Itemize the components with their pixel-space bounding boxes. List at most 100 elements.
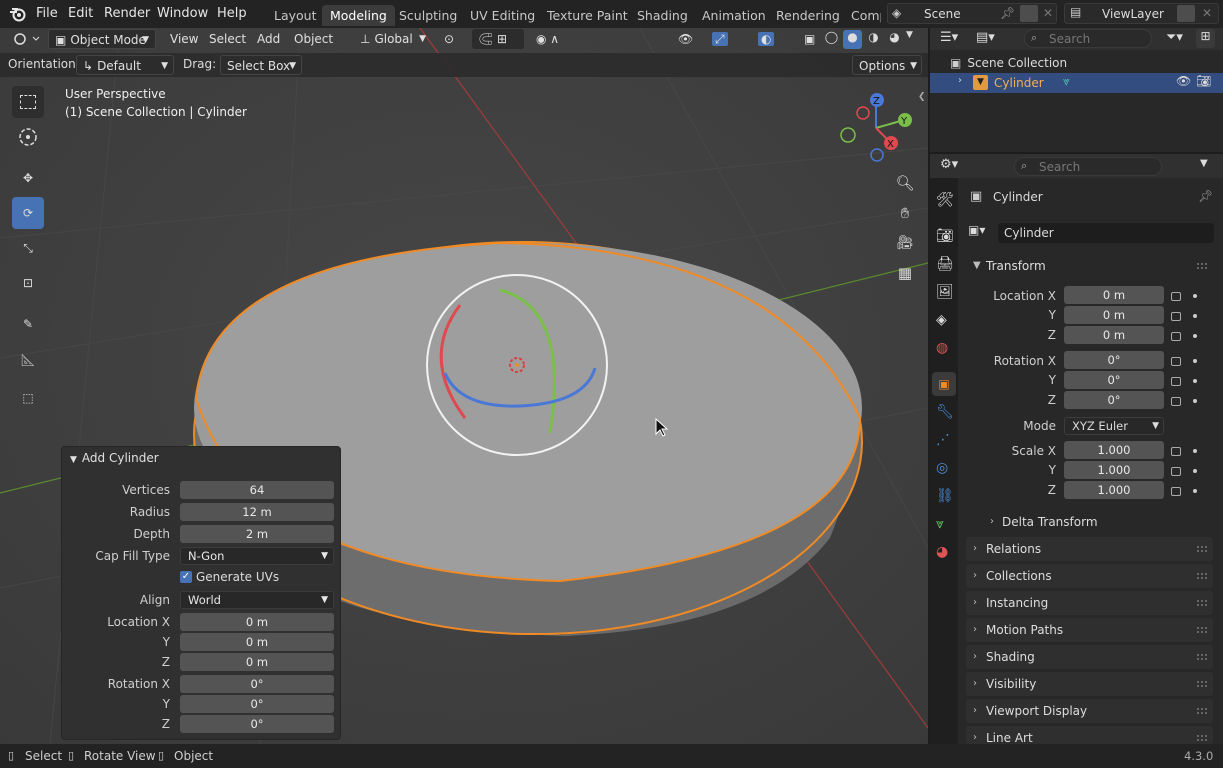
select-menu[interactable]: Select xyxy=(203,29,252,49)
scene-tab-icon[interactable]: ◈ xyxy=(936,312,947,328)
solid-shading-icon[interactable]: ● xyxy=(843,30,862,49)
output-tab-icon[interactable]: 🖨︎ xyxy=(936,256,954,272)
drag-grip-icon[interactable] xyxy=(1197,735,1207,741)
tab-shading[interactable]: Shading xyxy=(629,5,696,26)
proportional-edit-icon[interactable]: ◉ ∧ xyxy=(530,29,576,49)
object-name-field[interactable]: Cylinder xyxy=(998,223,1214,243)
camera-view-icon[interactable]: 🎥︎ xyxy=(892,230,918,256)
relations-panel-header[interactable]: › Relations xyxy=(966,537,1213,561)
pan-hand-icon[interactable]: ✋︎ xyxy=(892,200,918,226)
display-mode-icon[interactable]: ▤▾ xyxy=(976,30,995,45)
object-menu[interactable]: Object xyxy=(288,29,339,49)
line-art-panel-header[interactable]: › Line Art xyxy=(966,726,1213,744)
rotation-z-field[interactable]: 0° xyxy=(180,715,334,733)
select-box-tool-icon[interactable] xyxy=(12,86,44,118)
keyframe-dot-icon[interactable] xyxy=(1193,294,1197,298)
3d-viewport[interactable]: ▣ Object Mode ▼ View Select Add Object ⊥ Gl… xyxy=(0,28,928,744)
rotation-mode-dropdown[interactable]: XYZ Euler ▼ xyxy=(1064,417,1164,435)
keyframe-dot-icon[interactable] xyxy=(1193,359,1197,363)
remove-view-layer-icon[interactable]: ✕ xyxy=(1202,6,1212,20)
overlays-icon[interactable]: ◐ xyxy=(752,29,790,49)
add-cube-tool-icon[interactable]: ⬚ xyxy=(12,382,44,414)
measure-tool-icon[interactable]: 📐︎ xyxy=(12,344,44,376)
menu-edit[interactable]: Edit xyxy=(62,4,99,24)
lock-icon[interactable] xyxy=(1171,467,1181,476)
lock-icon[interactable] xyxy=(1171,312,1181,321)
shading-options-icon[interactable]: ▼ xyxy=(906,30,918,49)
physics-tab-icon[interactable]: ◎ xyxy=(936,460,948,476)
options-dropdown[interactable]: Options ▼ xyxy=(852,55,922,75)
wireframe-shading-icon[interactable]: ◯ xyxy=(822,30,841,49)
zoom-icon[interactable]: 🔍︎ xyxy=(892,170,918,196)
drag-dropdown[interactable]: Select Box ▼ xyxy=(220,55,302,75)
tab-sculpting[interactable]: Sculpting xyxy=(391,5,465,26)
annotate-tool-icon[interactable]: ✎ xyxy=(12,308,44,340)
lock-icon[interactable] xyxy=(1171,377,1181,386)
scale-z-field[interactable]: 1.000 xyxy=(1064,481,1164,499)
lock-icon[interactable] xyxy=(1171,447,1181,456)
tab-modeling[interactable]: Modeling xyxy=(322,5,395,26)
new-view-layer-icon[interactable] xyxy=(1177,5,1195,22)
delta-transform-subpanel[interactable]: › Delta Transform xyxy=(986,511,1212,533)
object-browse-icon[interactable]: ▣▾ xyxy=(968,223,996,243)
render-tab-icon[interactable]: 📷︎ xyxy=(936,228,954,244)
keyframe-dot-icon[interactable] xyxy=(1193,449,1197,453)
lock-icon[interactable] xyxy=(1171,292,1181,301)
drag-grip-icon[interactable] xyxy=(1197,600,1207,606)
depth-field[interactable]: 2 m xyxy=(180,525,334,543)
properties-editor-type-icon[interactable]: ⚙▾ xyxy=(940,157,958,172)
pin-icon[interactable]: 📌︎ xyxy=(1198,189,1213,203)
snap-icon[interactable]: 🧲︎ ⊞ xyxy=(472,29,524,49)
scale-tool-icon[interactable]: ⤡ xyxy=(12,232,44,264)
outliner-editor-type-icon[interactable]: ☰▾ xyxy=(940,30,958,45)
mode-dropdown[interactable]: ▣ Object Mode ▼ xyxy=(48,29,156,49)
view-layer-selector[interactable]: ▤ ViewLayer ✕ xyxy=(1064,3,1219,24)
keyframe-dot-icon[interactable] xyxy=(1193,489,1197,493)
location-z-field[interactable]: 0 m xyxy=(1064,326,1164,344)
drag-grip-icon[interactable] xyxy=(1197,627,1207,633)
move-tool-icon[interactable]: ✥ xyxy=(12,162,44,194)
rotation-y-field[interactable]: 0° xyxy=(180,695,334,713)
view-layer-tab-icon[interactable]: 🖼︎ xyxy=(936,284,954,300)
world-tab-icon[interactable]: ◍ xyxy=(936,340,948,356)
rotation-x-field[interactable]: 0° xyxy=(180,675,334,693)
menu-file[interactable]: File xyxy=(30,4,64,24)
modifier-tab-icon[interactable]: 🔧︎ xyxy=(936,404,954,420)
drag-grip-icon[interactable] xyxy=(1197,573,1207,579)
keyframe-dot-icon[interactable] xyxy=(1193,399,1197,403)
drag-grip-icon[interactable] xyxy=(1197,546,1207,552)
outliner-search-input[interactable]: ⌕ Search xyxy=(1024,29,1152,48)
menu-help[interactable]: Help xyxy=(211,4,253,24)
location-x-field[interactable]: 0 m xyxy=(180,613,334,631)
tab-uv-editing[interactable]: UV Editing xyxy=(462,5,543,26)
keyframe-dot-icon[interactable] xyxy=(1193,314,1197,318)
data-tab-icon[interactable]: ⩔ xyxy=(936,516,944,532)
cursor-tool-icon[interactable] xyxy=(12,121,44,153)
radius-field[interactable]: 12 m xyxy=(180,503,334,521)
motion-paths-panel-header[interactable]: › Motion Paths xyxy=(966,618,1213,642)
transform-panel-header[interactable]: ▼ Transform xyxy=(966,254,1213,278)
drag-grip-icon[interactable] xyxy=(1197,681,1207,687)
keyframe-dot-icon[interactable] xyxy=(1193,379,1197,383)
perspective-grid-icon[interactable]: ▦ xyxy=(892,260,918,286)
chevron-down-icon[interactable]: ▼ xyxy=(1200,158,1208,169)
scene-selector[interactable]: ◈ Scene 📌︎ ✕ xyxy=(887,3,1057,24)
menu-window[interactable]: Window xyxy=(151,4,214,24)
object-tab-icon[interactable]: ▣ xyxy=(932,372,956,396)
rotate-tool-icon[interactable]: ⟳ xyxy=(12,197,44,229)
location-x-field[interactable]: 0 m xyxy=(1064,286,1164,304)
transform-tool-icon[interactable]: ⊡ xyxy=(12,267,44,299)
tab-rendering[interactable]: Rendering xyxy=(768,5,848,26)
add-menu[interactable]: Add xyxy=(251,29,286,49)
location-y-field[interactable]: 0 m xyxy=(1064,306,1164,324)
location-z-field[interactable]: 0 m xyxy=(180,653,334,671)
rendered-shading-icon[interactable]: ◕ xyxy=(885,30,904,49)
editor-type-button[interactable] xyxy=(8,29,44,49)
mesh-data-icon[interactable]: ⩔ xyxy=(1063,74,1070,89)
shading-panel-header[interactable]: › Shading xyxy=(966,645,1213,669)
outliner-row-scene-collection[interactable]: ▣ Scene Collection xyxy=(950,56,1067,70)
material-shading-icon[interactable]: ◑ xyxy=(864,30,883,49)
rotation-y-field[interactable]: 0° xyxy=(1064,371,1164,389)
redo-panel-header[interactable]: ▼ Add Cylinder xyxy=(70,451,159,465)
lock-icon[interactable] xyxy=(1171,487,1181,496)
